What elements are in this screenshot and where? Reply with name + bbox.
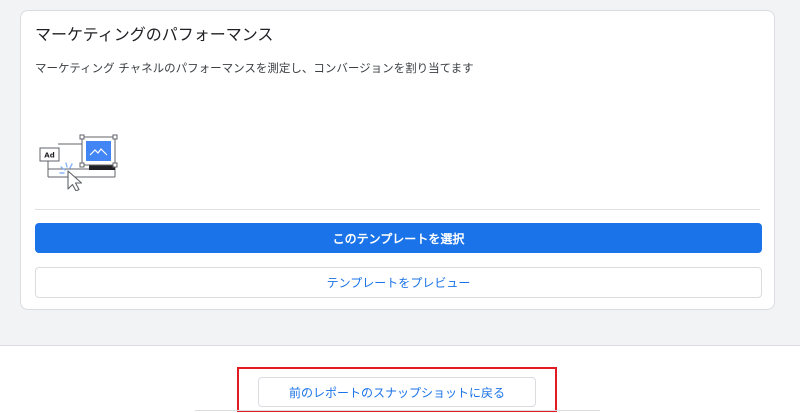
image-placeholder-icon — [79, 134, 118, 168]
select-template-button[interactable]: このテンプレートを選択 — [35, 223, 762, 253]
bottom-bar: 前のレポートのスナップショットに戻る — [0, 345, 800, 413]
marketing-illustration: Ad — [39, 127, 121, 192]
bottom-edge-line — [195, 410, 600, 411]
card-title: マーケティングのパフォーマンス — [35, 25, 274, 44]
ad-label: Ad — [44, 152, 54, 160]
card-description: マーケティング チャネルのパフォーマンスを測定し、コンバージョンを割り当てます — [35, 61, 474, 75]
image-shadow — [89, 165, 115, 170]
template-card: マーケティングのパフォーマンス マーケティング チャネルのパフォーマンスを測定し… — [20, 10, 775, 310]
preview-template-button[interactable]: テンプレートをプレビュー — [35, 267, 762, 298]
marketing-illustration-svg: Ad — [39, 134, 118, 192]
back-to-snapshot-button[interactable]: 前のレポートのスナップショットに戻る — [258, 377, 536, 407]
mouse-cursor-icon — [67, 170, 83, 192]
ad-box-icon: Ad — [39, 147, 60, 162]
card-divider — [35, 209, 760, 210]
click-burst-icon — [59, 162, 73, 174]
